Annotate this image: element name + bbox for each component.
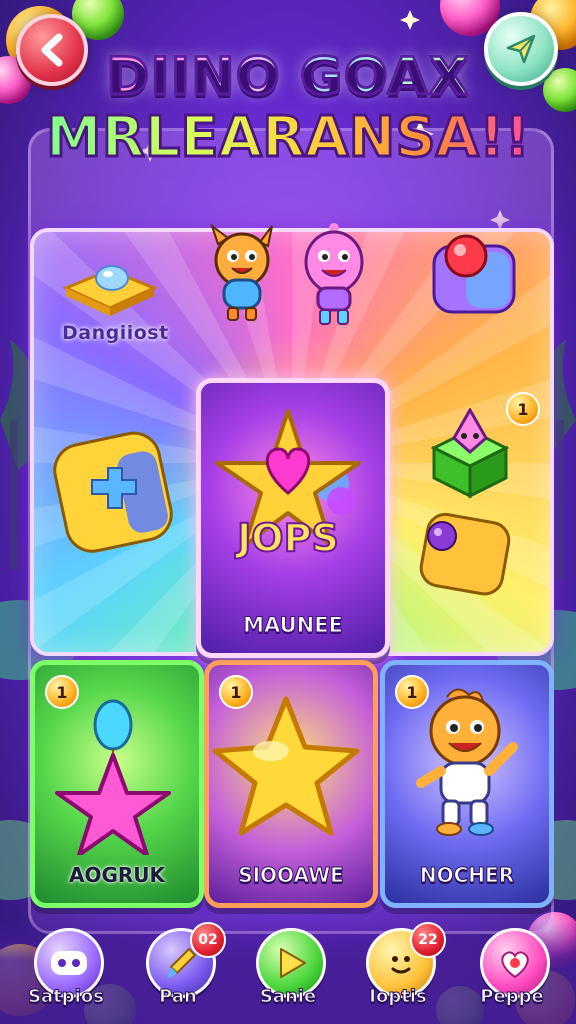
notification-badge: 02 xyxy=(190,922,226,958)
orange-hero-character-icon xyxy=(416,688,518,836)
nav-label: Sanie xyxy=(259,986,317,1008)
reward-card-gold[interactable]: 1 SIOOAWE xyxy=(204,660,378,908)
reward-card-green[interactable]: 1 AOGRUK xyxy=(30,660,204,908)
pink-monster-character[interactable] xyxy=(298,222,370,330)
card-name: AOGRUK xyxy=(68,863,166,887)
featured-card-name: MAUNEE xyxy=(243,613,344,638)
notification-badge: 22 xyxy=(410,922,446,958)
purple-ball-block[interactable] xyxy=(414,504,514,600)
card-name: SIOOAWE xyxy=(238,863,345,888)
title-line-1: DIINO GOAX xyxy=(105,47,471,107)
card-name: NOCHER xyxy=(419,863,515,888)
orange-dino-character[interactable] xyxy=(204,224,280,324)
nav-label: Peppe xyxy=(480,986,544,1008)
nav-item-pan[interactable]: 02 Pan xyxy=(138,922,226,1018)
gold-star-icon xyxy=(212,696,360,836)
featured-card[interactable]: JOPS MAUNEE xyxy=(196,378,390,658)
nav-item-ioptis[interactable]: 22 Ioptis xyxy=(358,922,446,1018)
pink-star-balloon-icon xyxy=(55,699,171,855)
green-dice-character[interactable] xyxy=(424,408,516,504)
game-title: DIINO GOAX MRLEARANSA!! xyxy=(0,47,576,170)
red-button-block[interactable] xyxy=(426,226,522,324)
nav-item-sanie[interactable]: Sanie xyxy=(248,928,328,1018)
reward-card-blue[interactable]: 1 NOCHER xyxy=(380,660,554,908)
nav-item-satpios[interactable]: Satpios xyxy=(26,928,106,1018)
nav-label: Ioptis xyxy=(369,986,427,1008)
nav-label: Satpios xyxy=(28,986,105,1008)
yellow-puzzle-block[interactable] xyxy=(52,428,176,556)
card-art-text: JOPS xyxy=(234,516,339,560)
gem-label: Dangiiost xyxy=(62,322,169,344)
nav-item-peppe[interactable]: Peppe xyxy=(472,928,552,1018)
blue-gem-block[interactable] xyxy=(60,250,160,320)
nav-label: Pan xyxy=(159,986,198,1008)
title-line-2: MRLEARANSA!! xyxy=(44,104,531,170)
star-heart-art: JOPS xyxy=(215,409,361,561)
